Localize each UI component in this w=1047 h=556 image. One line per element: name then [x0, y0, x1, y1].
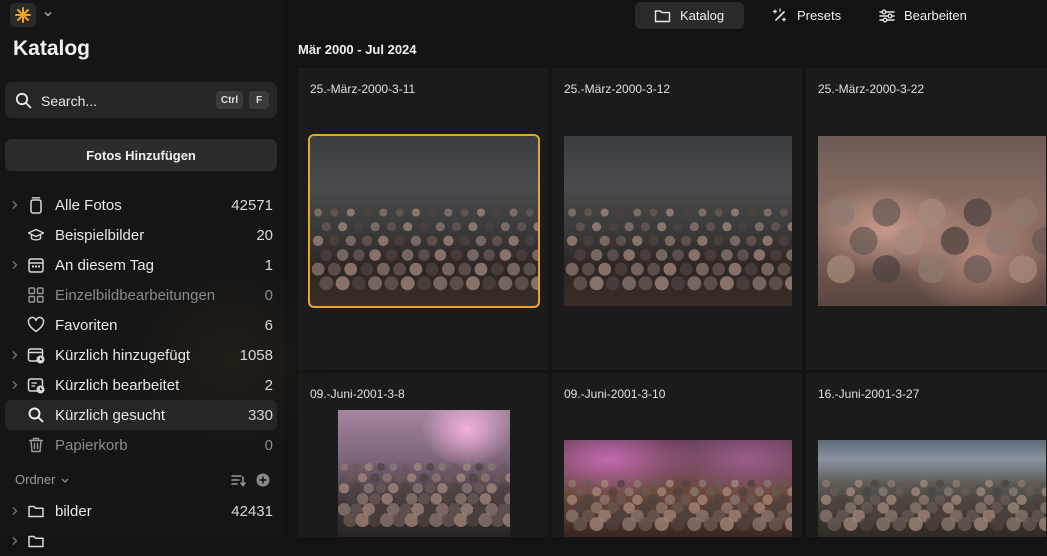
sidebar-item-label: Einzelbildbearbeitungen	[55, 287, 216, 304]
photo-filename: 16.-Juni-2001-3-27	[818, 387, 920, 401]
folder-icon	[28, 505, 44, 518]
chevron-right-icon[interactable]	[11, 350, 19, 360]
graduation-cap-icon	[27, 226, 45, 244]
add-photos-button[interactable]: Fotos Hinzufügen	[5, 139, 277, 171]
chevron-right-icon[interactable]	[11, 380, 19, 390]
tab-bearbeiten-label: Bearbeiten	[904, 8, 967, 23]
photo-card[interactable]: 09.-Juni-2001-3-10	[552, 373, 802, 537]
catalog-nav: Alle Fotos 42571 Beispielbilder 20 An diesem…	[5, 190, 277, 460]
photo-thumbnail[interactable]	[564, 440, 792, 537]
photo-filename: 09.-Juni-2001-3-8	[310, 387, 405, 401]
sidebar-item-count: 0	[264, 437, 273, 454]
sidebar-item-count: 2	[264, 377, 273, 394]
shortcut-f-key: F	[249, 91, 269, 109]
photo-filename: 25.-März-2000-3-22	[818, 82, 925, 96]
add-folder-icon[interactable]	[256, 473, 270, 487]
folder-count: 42431	[231, 503, 273, 520]
photo-filename: 09.-Juni-2001-3-10	[564, 387, 666, 401]
photo-thumbnail[interactable]	[338, 410, 510, 537]
heart-icon	[27, 316, 45, 334]
tab-bearbeiten[interactable]: Bearbeiten	[879, 2, 979, 29]
sidebar-item-count: 20	[256, 227, 273, 244]
folders-header[interactable]: Ordner	[15, 472, 55, 487]
photo-card[interactable]: 09.-Juni-2001-3-8	[298, 373, 548, 537]
photos-stack-icon	[27, 196, 45, 214]
sidebar-item-count: 0	[264, 287, 273, 304]
sidebar-item-count: 42571	[231, 197, 273, 214]
app-logo-button[interactable]	[10, 3, 36, 27]
sidebar-item[interactable]: An diesem Tag 1	[5, 250, 277, 280]
sidebar: Katalog Search... Ctrl F Fotos Hinzufüge…	[0, 0, 340, 548]
folder-label: bilder	[55, 503, 92, 520]
sidebar-item-count: 6	[264, 317, 273, 334]
sidebar-item[interactable]: Kürzlich bearbeitet 2	[5, 370, 277, 400]
photo-thumbnail[interactable]	[308, 134, 540, 308]
tab-presets-label: Presets	[797, 8, 842, 23]
photo-card[interactable]: 16.-Juni-2001-3-27	[806, 373, 1047, 537]
sidebar-item[interactable]: Papierkorb 0	[5, 430, 277, 460]
chevron-right-icon[interactable]	[11, 536, 19, 546]
search-placeholder: Search...	[41, 93, 98, 109]
search-icon	[27, 406, 45, 424]
photo-filename: 25.-März-2000-3-11	[310, 82, 416, 96]
page-title: Katalog	[13, 37, 91, 60]
folder-item-partial[interactable]	[5, 526, 277, 556]
folder-icon	[654, 9, 671, 22]
sidebar-item[interactable]: Einzelbildbearbeitungen 0	[5, 280, 277, 310]
folder-icon	[28, 535, 44, 548]
chevron-down-icon[interactable]	[42, 8, 54, 20]
sidebar-item-label: Kürzlich bearbeitet	[55, 377, 180, 394]
folder-item[interactable]: bilder 42431	[5, 496, 277, 526]
chevron-right-icon[interactable]	[11, 506, 19, 516]
date-range-label: Mär 2000 - Jul 2024	[298, 42, 417, 57]
grid-icon	[27, 286, 45, 304]
magic-wand-icon	[772, 7, 787, 22]
search-icon	[15, 92, 32, 109]
sliders-icon	[879, 9, 895, 22]
tab-presets[interactable]: Presets	[772, 2, 862, 29]
sidebar-item-label: Beispielbilder	[55, 227, 145, 244]
sidebar-item[interactable]: Beispielbilder 20	[5, 220, 277, 250]
search-input[interactable]: Search... Ctrl F	[5, 82, 277, 118]
sidebar-item-label: An diesem Tag	[55, 257, 154, 274]
sidebar-item[interactable]: Kürzlich hinzugefügt 1058	[5, 340, 277, 370]
photo-card[interactable]: 25.-März-2000-3-22	[806, 68, 1047, 370]
sidebar-item[interactable]: Kürzlich gesucht 330	[5, 400, 277, 430]
photo-filename: 25.-März-2000-3-12	[564, 82, 671, 96]
photo-thumbnail[interactable]	[818, 136, 1046, 306]
sidebar-item-count: 330	[247, 407, 273, 424]
sidebar-item-count: 1	[264, 257, 273, 274]
photo-thumbnail[interactable]	[564, 136, 792, 306]
chevron-right-icon[interactable]	[11, 260, 19, 270]
photo-card[interactable]: 25.-März-2000-3-11	[298, 68, 548, 370]
recently-added-icon	[27, 346, 45, 364]
tab-katalog-label: Katalog	[680, 8, 725, 23]
photo-thumbnail[interactable]	[818, 440, 1046, 537]
calendar-icon	[27, 256, 45, 274]
sidebar-item-label: Kürzlich hinzugefügt	[55, 347, 191, 364]
chevron-down-icon[interactable]	[60, 477, 70, 485]
sidebar-item-label: Kürzlich gesucht	[55, 407, 166, 424]
sidebar-item-label: Favoriten	[55, 317, 118, 334]
sidebar-item[interactable]: Alle Fotos 42571	[5, 190, 277, 220]
sidebar-item[interactable]: Favoriten 6	[5, 310, 277, 340]
sidebar-item-count: 1058	[239, 347, 273, 364]
sidebar-item-label: Alle Fotos	[55, 197, 122, 214]
sparkle-logo-icon	[15, 7, 31, 23]
shortcut-ctrl-key: Ctrl	[216, 91, 243, 109]
chevron-right-icon[interactable]	[11, 200, 19, 210]
sidebar-item-label: Papierkorb	[55, 437, 128, 454]
trash-icon	[27, 436, 45, 454]
photo-card[interactable]: 25.-März-2000-3-12	[552, 68, 802, 370]
tab-katalog[interactable]: Katalog	[635, 2, 744, 29]
recently-edited-icon	[27, 376, 45, 394]
sort-icon[interactable]	[231, 473, 246, 487]
